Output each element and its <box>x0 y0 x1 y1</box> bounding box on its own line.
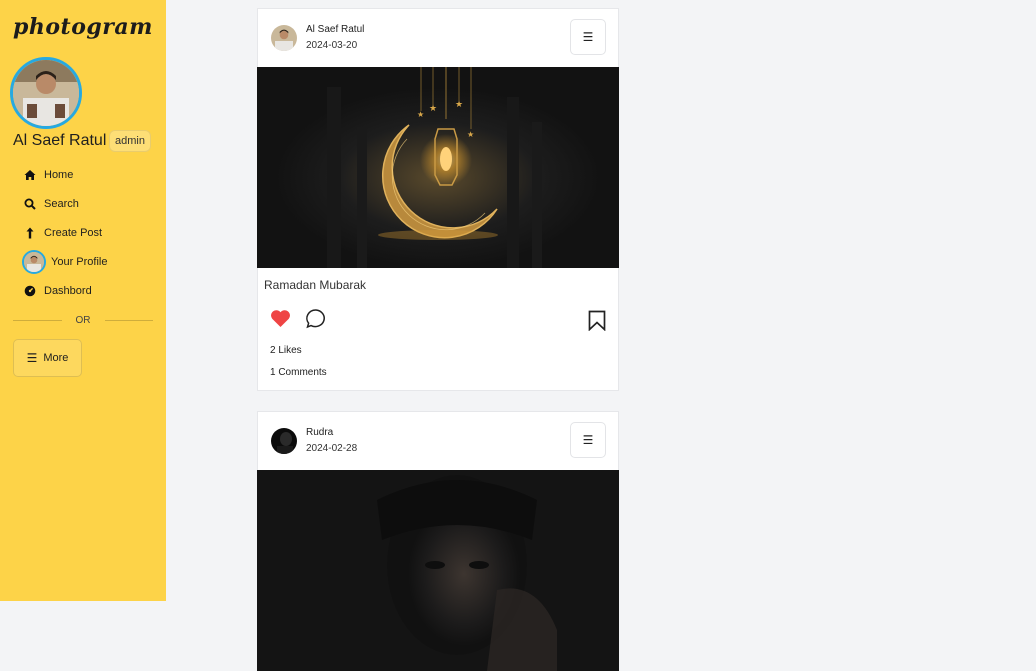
hamburger-icon: ☰ <box>582 30 594 44</box>
post-header: Rudra 2024-02-28 ☰ <box>258 412 618 470</box>
bookmark-icon[interactable] <box>588 310 606 336</box>
post-menu-button[interactable]: ☰ <box>570 19 606 55</box>
sidebar-item-your-profile[interactable]: Your Profile <box>22 247 108 276</box>
post-author-name[interactable]: Rudra <box>306 427 333 438</box>
more-label: More <box>43 352 69 364</box>
post-card: Al Saef Ratul 2024-03-20 ☰ ★ ★ ★ ★ Ramad… <box>257 8 619 391</box>
sidebar-item-label: Home <box>44 168 74 181</box>
sidebar-item-create-post[interactable]: Create Post <box>24 218 107 247</box>
svg-text:★: ★ <box>417 110 424 119</box>
hamburger-icon: ☰ <box>26 351 38 365</box>
sidebar-item-label: Search <box>44 197 79 210</box>
post-header: Al Saef Ratul 2024-03-20 ☰ <box>258 9 618 67</box>
post-date: 2024-02-28 <box>306 443 358 454</box>
sidebar-nav: Home Search Create Post Your Profile Das… <box>22 160 108 305</box>
svg-text:★: ★ <box>455 99 463 109</box>
divider-line <box>104 319 153 321</box>
user-name: Al Saef Ratul <box>13 132 107 149</box>
divider-text: OR <box>75 314 91 326</box>
sidebar-item-label: Dashbord <box>44 284 92 297</box>
post-author-avatar[interactable] <box>271 25 297 51</box>
comment-icon[interactable] <box>305 308 327 334</box>
post-actions <box>258 300 618 340</box>
likes-count[interactable]: 2 Likes <box>258 340 618 362</box>
post-image[interactable] <box>257 470 619 671</box>
comments-count[interactable]: 1 Comments <box>258 362 618 384</box>
home-icon <box>24 169 36 181</box>
hamburger-icon: ☰ <box>582 433 594 447</box>
sidebar-item-search[interactable]: Search <box>24 189 107 218</box>
sidebar-item-label: Create Post <box>44 226 103 239</box>
post-menu-button[interactable]: ☰ <box>570 422 606 458</box>
sidebar-item-home[interactable]: Home <box>24 160 107 189</box>
dashboard-icon <box>24 285 36 297</box>
avatar <box>22 249 46 274</box>
sidebar-item-label: Your Profile <box>51 255 108 268</box>
svg-text:★: ★ <box>467 130 474 139</box>
divider-line <box>13 319 62 321</box>
post-image[interactable]: ★ ★ ★ ★ <box>257 67 619 268</box>
post-author-avatar[interactable] <box>271 428 297 454</box>
heart-icon[interactable] <box>270 309 291 333</box>
post-author-name[interactable]: Al Saef Ratul <box>306 24 364 35</box>
more-button[interactable]: ☰ More <box>13 339 82 377</box>
profile-avatar[interactable] <box>10 57 82 129</box>
app-logo[interactable]: photogram <box>13 14 153 40</box>
post-card: Rudra 2024-02-28 ☰ <box>257 411 619 671</box>
post-caption: Ramadan Mubarak <box>264 278 367 292</box>
svg-text:★: ★ <box>429 103 437 113</box>
or-divider: OR <box>13 313 153 327</box>
role-badge: admin <box>109 130 151 152</box>
sidebar: photogram Al Saef Ratul admin Home Searc… <box>0 0 166 601</box>
search-icon <box>24 198 36 210</box>
sidebar-item-dashboard[interactable]: Dashbord <box>24 276 107 305</box>
post-date: 2024-03-20 <box>306 40 358 51</box>
arrow-up-icon <box>24 227 36 239</box>
